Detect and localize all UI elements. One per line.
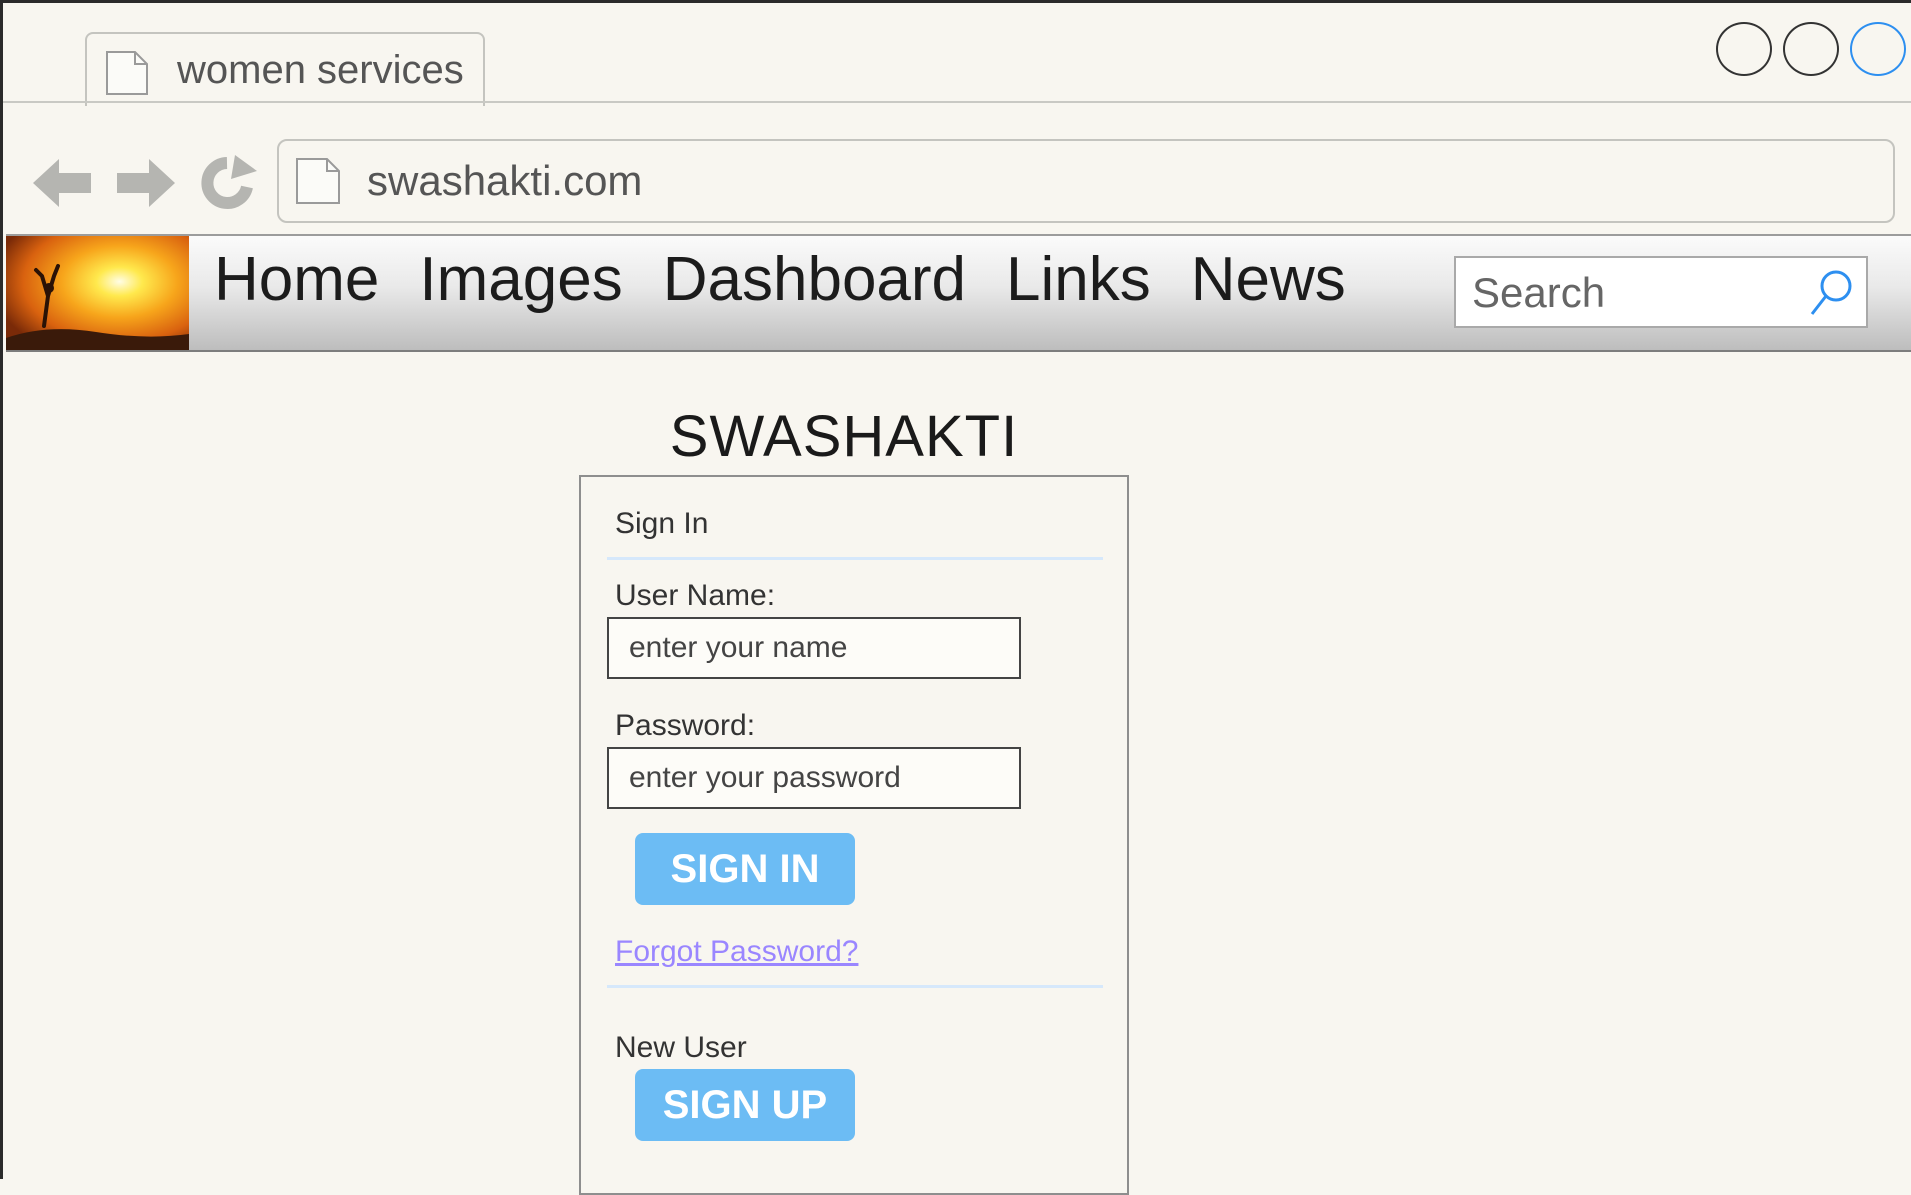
browser-tab[interactable]: women services xyxy=(85,32,485,106)
forgot-password-link[interactable]: Forgot Password? xyxy=(615,935,858,969)
search-box xyxy=(1454,256,1868,328)
signin-button[interactable]: SIGN IN xyxy=(635,833,855,905)
nav-home[interactable]: Home xyxy=(214,244,379,315)
signup-button[interactable]: SIGN UP xyxy=(635,1069,855,1141)
site-logo xyxy=(6,236,189,350)
page-title: SWASHAKTI xyxy=(669,404,1019,469)
search-icon[interactable] xyxy=(1808,268,1854,318)
page-icon xyxy=(296,158,340,204)
forward-arrow-icon[interactable] xyxy=(113,153,177,213)
site-navbar: Home Images Dashboard Links News xyxy=(6,234,1911,352)
divider xyxy=(607,985,1103,988)
maximize-button[interactable] xyxy=(1783,22,1839,76)
nav-links[interactable]: Links xyxy=(1006,244,1151,315)
nav-news[interactable]: News xyxy=(1191,244,1346,315)
address-bar[interactable]: swashakti.com xyxy=(277,139,1895,223)
nav-dashboard[interactable]: Dashboard xyxy=(663,244,966,315)
url-text: swashakti.com xyxy=(367,157,643,204)
signin-panel: Sign In User Name: Password: SIGN IN For… xyxy=(579,475,1129,1195)
reload-icon[interactable] xyxy=(197,153,261,213)
browser-window: women services swashakti.com Home Images… xyxy=(0,0,1911,1195)
back-arrow-icon[interactable] xyxy=(31,153,95,213)
main-menu: Home Images Dashboard Links News xyxy=(214,244,1386,315)
new-user-label: New User xyxy=(615,1031,747,1064)
password-label: Password: xyxy=(615,709,756,742)
tab-strip: women services xyxy=(3,6,1911,106)
tab-strip-divider xyxy=(3,101,1911,103)
tab-title: women services xyxy=(177,48,464,92)
search-input[interactable] xyxy=(1456,258,1814,328)
minimize-button[interactable] xyxy=(1716,22,1772,76)
signin-heading: Sign In xyxy=(615,507,709,540)
page-icon xyxy=(106,51,148,95)
divider xyxy=(607,557,1103,560)
username-label: User Name: xyxy=(615,579,776,612)
password-field[interactable] xyxy=(607,747,1021,809)
username-field[interactable] xyxy=(607,617,1021,679)
nav-images[interactable]: Images xyxy=(419,244,622,315)
close-button[interactable] xyxy=(1850,22,1906,76)
